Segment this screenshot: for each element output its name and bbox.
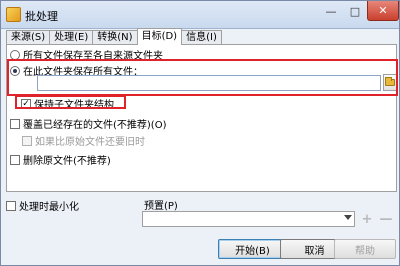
target-panel: 所有文件保存至各自来源文件夹 在此文件夹保存所有文件： ✓ 保持子文件夹结构 覆… bbox=[6, 44, 398, 192]
title-bar[interactable]: 批处理 — □ ✕ bbox=[1, 1, 399, 29]
help-button[interactable]: 帮助 bbox=[334, 239, 396, 259]
add-preset-button[interactable]: + bbox=[359, 211, 375, 227]
batch-dialog: 批处理 — □ ✕ 来源(S) 处理(E) 转换(N) 目标(D) 信息(I) … bbox=[0, 0, 400, 266]
only-if-older-checkbox[interactable] bbox=[22, 135, 32, 146]
close-button[interactable]: ✕ bbox=[367, 1, 399, 21]
overwrite-checkbox[interactable] bbox=[10, 118, 20, 129]
tab-info[interactable]: 信息(I) bbox=[181, 30, 222, 45]
overwrite-label: 覆盖已经存在的文件(不推荐)(O) bbox=[23, 120, 167, 131]
minimize-checkbox[interactable] bbox=[6, 200, 16, 211]
tab-target[interactable]: 目标(D) bbox=[136, 28, 183, 45]
chevron-down-icon bbox=[344, 215, 352, 220]
preset-dropdown[interactable] bbox=[142, 211, 355, 227]
preset-label: 预置(P) bbox=[144, 201, 178, 212]
delete-original-label: 删除原文件(不推荐) bbox=[23, 156, 111, 167]
maximize-button[interactable]: □ bbox=[343, 1, 367, 21]
tab-bar: 来源(S) 处理(E) 转换(N) 目标(D) 信息(I) bbox=[6, 28, 222, 45]
remove-preset-button[interactable]: — bbox=[378, 211, 394, 227]
app-icon bbox=[6, 7, 21, 22]
highlight-box-folder bbox=[7, 59, 398, 96]
tab-source[interactable]: 来源(S) bbox=[6, 30, 51, 45]
option-minimize[interactable]: 处理时最小化 bbox=[6, 198, 79, 213]
delete-original-checkbox[interactable] bbox=[10, 154, 20, 165]
only-if-older-label: 如果比原始文件还要旧时 bbox=[35, 137, 145, 148]
radio-source-folder[interactable] bbox=[10, 49, 20, 60]
tab-process[interactable]: 处理(E) bbox=[49, 30, 94, 45]
highlight-box-structure bbox=[15, 95, 126, 109]
option-overwrite[interactable]: 覆盖已经存在的文件(不推荐)(O) bbox=[10, 116, 166, 131]
minimize-label: 处理时最小化 bbox=[19, 202, 79, 213]
option-only-if-older[interactable]: 如果比原始文件还要旧时 bbox=[22, 133, 145, 148]
option-delete-original[interactable]: 删除原文件(不推荐) bbox=[10, 152, 111, 167]
window-title: 批处理 bbox=[25, 10, 58, 23]
tab-convert[interactable]: 转换(N) bbox=[92, 30, 138, 45]
plus-icon: + bbox=[361, 211, 373, 227]
start-button[interactable]: 开始(B) bbox=[218, 239, 287, 259]
minus-icon: — bbox=[379, 211, 393, 227]
minimize-button[interactable]: — bbox=[319, 1, 343, 21]
